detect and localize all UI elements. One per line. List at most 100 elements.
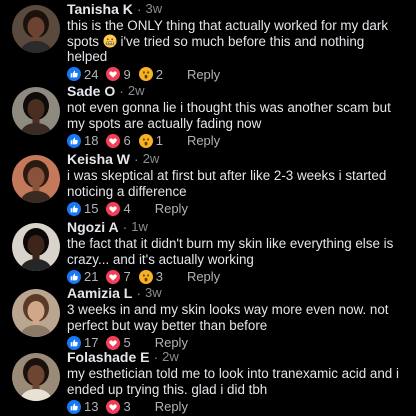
author-name[interactable]: Folashade E	[67, 349, 149, 365]
avatar[interactable]	[12, 5, 60, 53]
comment-feed: Tanisha K · 3w this is the ONLY thing that …	[0, 0, 416, 416]
like-reaction[interactable]: 13	[67, 399, 98, 414]
wow-count: 1	[155, 133, 163, 148]
comment-text-part: 3 weeks in and my skin looks way more ev…	[67, 302, 389, 333]
comment-text: my esthetician told me to look into tran…	[67, 366, 408, 397]
comment-item: Keisha W · 2w i was skeptical at first but …	[0, 150, 416, 216]
comment-text: this is the ONLY thing that actually wor…	[67, 18, 408, 65]
comment-actions: 13 3 Reply	[67, 399, 408, 414]
comment-body: Keisha W · 2w i was skeptical at first but …	[67, 150, 408, 216]
like-reaction[interactable]: 15	[67, 201, 98, 216]
wow-count: 2	[155, 66, 163, 82]
reply-button[interactable]: Reply	[155, 201, 188, 216]
like-reaction-icon	[67, 269, 81, 284]
comment-actions: 15 4 Reply	[67, 201, 408, 216]
avatar[interactable]	[12, 87, 60, 135]
like-count: 21	[84, 269, 99, 284]
comment-timestamp[interactable]: 1w	[131, 219, 148, 234]
author-name[interactable]: Aamizia L	[67, 285, 132, 301]
like-reaction[interactable]: 18	[67, 133, 98, 148]
grimacing-face-icon	[103, 33, 117, 48]
separator-dot: ·	[136, 284, 142, 301]
love-reaction-icon	[106, 399, 121, 414]
author-name[interactable]: Sade O	[67, 83, 115, 99]
comment-header: Tanisha K · 3w	[67, 0, 408, 17]
wow-reaction[interactable]: 3	[138, 269, 163, 284]
comment-actions: 24 9 2 Reply	[67, 67, 408, 82]
comment-header: Keisha W · 2w	[67, 150, 408, 167]
wow-reaction[interactable]: 2	[138, 66, 163, 82]
love-reaction[interactable]: 6	[106, 133, 131, 148]
love-count: 6	[123, 133, 131, 148]
love-reaction[interactable]: 4	[106, 201, 131, 216]
reply-button[interactable]: Reply	[155, 399, 188, 414]
wow-reaction-icon	[138, 269, 153, 284]
comment-header: Aamizia L · 3w	[67, 284, 408, 301]
like-reaction-icon	[67, 201, 81, 216]
love-count: 9	[123, 66, 131, 82]
separator-dot: ·	[136, 0, 142, 17]
avatar[interactable]	[12, 289, 60, 337]
avatar[interactable]	[12, 223, 60, 271]
like-reaction-icon	[67, 399, 81, 414]
comment-text: the fact that it didn't burn my skin lik…	[67, 236, 408, 267]
comment-body: Tanisha K · 3w this is the ONLY thing that …	[67, 0, 408, 82]
comment-body: Sade O · 2w not even gonna lie i thought th…	[67, 82, 408, 148]
comment-text: i was skeptical at first but after like …	[67, 168, 408, 199]
wow-reaction-icon	[138, 67, 153, 81]
like-reaction[interactable]: 24	[67, 67, 98, 82]
author-name[interactable]: Keisha W	[67, 151, 130, 167]
comment-body: Ngozi A · 1w the fact that it didn't burn m…	[67, 218, 408, 284]
like-count: 15	[84, 201, 99, 216]
love-reaction-icon	[106, 201, 121, 216]
like-count: 13	[84, 399, 99, 414]
comment-item: Aamizia L · 3w 3 weeks in and my skin looks…	[0, 284, 416, 350]
reply-button[interactable]: Reply	[187, 133, 220, 148]
love-reaction-icon	[106, 133, 121, 148]
comment-timestamp[interactable]: 3w	[146, 1, 163, 16]
separator-dot: ·	[134, 150, 139, 167]
author-name[interactable]: Tanisha K	[67, 1, 133, 17]
love-count: 7	[123, 269, 131, 284]
comment-timestamp[interactable]: 3w	[145, 285, 162, 300]
wow-reaction[interactable]: 1	[138, 133, 163, 148]
comment-header: Folashade E · 2w	[67, 348, 408, 365]
comment-timestamp[interactable]: 2w	[162, 349, 179, 364]
comment-item: Ngozi A · 1w the fact that it didn't burn m…	[0, 218, 416, 284]
author-name[interactable]: Ngozi A	[67, 219, 119, 235]
reply-button[interactable]: Reply	[187, 67, 220, 82]
comment-text-part: my esthetician told me to look into tran…	[67, 366, 399, 397]
avatar[interactable]	[12, 155, 60, 203]
comment-item: Tanisha K · 3w this is the ONLY thing that …	[0, 0, 416, 82]
avatar[interactable]	[12, 353, 60, 401]
love-reaction[interactable]: 7	[106, 269, 131, 284]
love-reaction[interactable]: 3	[106, 399, 131, 414]
reply-button[interactable]: Reply	[187, 269, 220, 284]
wow-count: 3	[155, 269, 163, 284]
separator-dot: ·	[119, 82, 124, 99]
love-reaction[interactable]: 9	[106, 66, 131, 82]
love-count: 3	[123, 399, 131, 414]
like-reaction-icon	[67, 67, 81, 81]
comment-text-part: not even gonna lie i thought this was an…	[67, 100, 391, 131]
like-reaction-icon	[67, 133, 81, 148]
like-count: 18	[84, 133, 99, 148]
comment-body: Folashade E · 2w my esthetician told me to …	[67, 348, 408, 414]
comment-timestamp[interactable]: 2w	[143, 151, 160, 166]
comment-text: 3 weeks in and my skin looks way more ev…	[67, 302, 408, 333]
comment-text-part: i was skeptical at first but after like …	[67, 168, 387, 199]
comment-actions: 21 7 3 Reply	[67, 269, 408, 284]
like-reaction[interactable]: 21	[67, 269, 98, 284]
love-reaction-icon	[106, 269, 121, 284]
comment-header: Sade O · 2w	[67, 82, 408, 99]
comment-item: Sade O · 2w not even gonna lie i thought th…	[0, 82, 416, 148]
love-reaction-icon	[106, 67, 121, 81]
like-count: 24	[84, 66, 99, 82]
love-count: 4	[123, 201, 131, 216]
separator-dot: ·	[153, 348, 159, 365]
comment-body: Aamizia L · 3w 3 weeks in and my skin looks…	[67, 284, 408, 350]
comment-header: Ngozi A · 1w	[67, 218, 408, 235]
separator-dot: ·	[122, 218, 128, 235]
comment-timestamp[interactable]: 2w	[128, 83, 145, 98]
comment-item: Folashade E · 2w my esthetician told me to …	[0, 348, 416, 414]
